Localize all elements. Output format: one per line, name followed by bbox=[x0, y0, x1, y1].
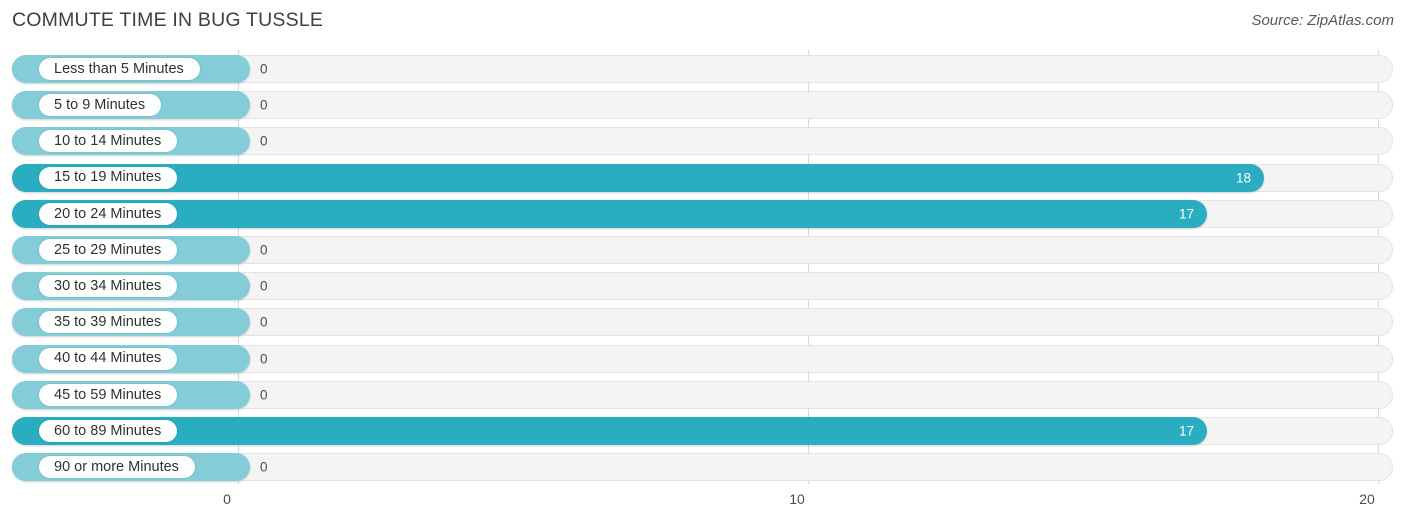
bar-value-label: 0 bbox=[260, 61, 268, 77]
category-label: 20 to 24 Minutes bbox=[54, 205, 162, 222]
bar-value-label: 0 bbox=[260, 97, 268, 113]
bar[interactable] bbox=[12, 199, 1207, 228]
category-pill: 35 to 39 Minutes bbox=[39, 311, 178, 334]
bar-row[interactable]: 60 to 89 Minutes 17 bbox=[12, 417, 1393, 445]
bar-row[interactable]: 15 to 19 Minutes 18 bbox=[12, 163, 1393, 192]
bar-row[interactable]: 10 to 14 Minutes 0 bbox=[12, 127, 1393, 156]
bar-row[interactable]: 40 to 44 Minutes 0 bbox=[12, 344, 1393, 373]
category-pill: Less than 5 Minutes bbox=[39, 58, 200, 80]
category-pill: 5 to 9 Minutes bbox=[39, 94, 162, 117]
x-tick-label: 20 bbox=[1359, 491, 1375, 507]
chart-page: COMMUTE TIME IN BUG TUSSLE Source: ZipAt… bbox=[0, 0, 1406, 523]
bar-row[interactable]: 90 or more Minutes 0 bbox=[12, 453, 1393, 482]
bar-value-label: 0 bbox=[260, 133, 268, 149]
bar-row[interactable]: 30 to 34 Minutes 0 bbox=[12, 272, 1393, 301]
bar-value-label: 0 bbox=[260, 459, 268, 475]
category-label: 60 to 89 Minutes bbox=[54, 422, 162, 439]
bar-value-label: 0 bbox=[260, 351, 268, 367]
bar-value-label: 0 bbox=[260, 387, 268, 403]
bar-value-label: 0 bbox=[260, 278, 268, 294]
category-label: 5 to 9 Minutes bbox=[54, 96, 146, 113]
bar-value-label: 17 bbox=[1178, 423, 1194, 439]
category-label: 15 to 19 Minutes bbox=[54, 169, 162, 186]
x-tick-label: 10 bbox=[789, 491, 805, 507]
plot-area: Less than 5 Minutes 0 5 to 9 Minutes 0 10 to… bbox=[0, 50, 1406, 484]
bar-value-label: 0 bbox=[260, 242, 268, 258]
bar[interactable] bbox=[12, 163, 1264, 192]
bar[interactable] bbox=[12, 417, 1207, 445]
bar-value-label: 18 bbox=[1235, 170, 1251, 186]
category-label: 90 or more Minutes bbox=[54, 458, 179, 475]
bar-value-label: 17 bbox=[1178, 206, 1194, 222]
category-label: 45 to 59 Minutes bbox=[54, 386, 162, 403]
category-pill: 20 to 24 Minutes bbox=[39, 202, 178, 225]
category-label: 10 to 14 Minutes bbox=[54, 133, 162, 150]
category-label: 30 to 34 Minutes bbox=[54, 277, 162, 294]
source-attribution: Source: ZipAtlas.com bbox=[1251, 12, 1394, 29]
category-pill: 25 to 29 Minutes bbox=[39, 239, 178, 261]
category-pill: 90 or more Minutes bbox=[39, 456, 195, 479]
category-label: 25 to 29 Minutes bbox=[54, 241, 162, 258]
bar-row[interactable]: Less than 5 Minutes 0 bbox=[12, 55, 1393, 83]
category-pill: 10 to 14 Minutes bbox=[39, 130, 178, 153]
category-pill: 40 to 44 Minutes bbox=[39, 347, 178, 370]
bar-row[interactable]: 35 to 39 Minutes 0 bbox=[12, 308, 1393, 337]
bar-row[interactable]: 25 to 29 Minutes 0 bbox=[12, 236, 1393, 264]
bar-row[interactable]: 45 to 59 Minutes 0 bbox=[12, 380, 1393, 409]
category-pill: 30 to 34 Minutes bbox=[39, 275, 178, 298]
category-pill: 60 to 89 Minutes bbox=[39, 420, 178, 442]
category-label: 40 to 44 Minutes bbox=[54, 350, 162, 367]
page-title: COMMUTE TIME IN BUG TUSSLE bbox=[12, 9, 324, 31]
category-label: 35 to 39 Minutes bbox=[54, 314, 162, 331]
bar-value-label: 0 bbox=[260, 314, 268, 330]
x-tick-label: 0 bbox=[223, 491, 231, 507]
bar-row[interactable]: 20 to 24 Minutes 17 bbox=[12, 199, 1393, 228]
category-pill: 45 to 59 Minutes bbox=[39, 383, 178, 406]
x-axis: 0 10 20 bbox=[0, 486, 1406, 523]
category-label: Less than 5 Minutes bbox=[54, 60, 184, 77]
bar-row[interactable]: 5 to 9 Minutes 0 bbox=[12, 91, 1393, 120]
category-pill: 15 to 19 Minutes bbox=[39, 166, 178, 189]
